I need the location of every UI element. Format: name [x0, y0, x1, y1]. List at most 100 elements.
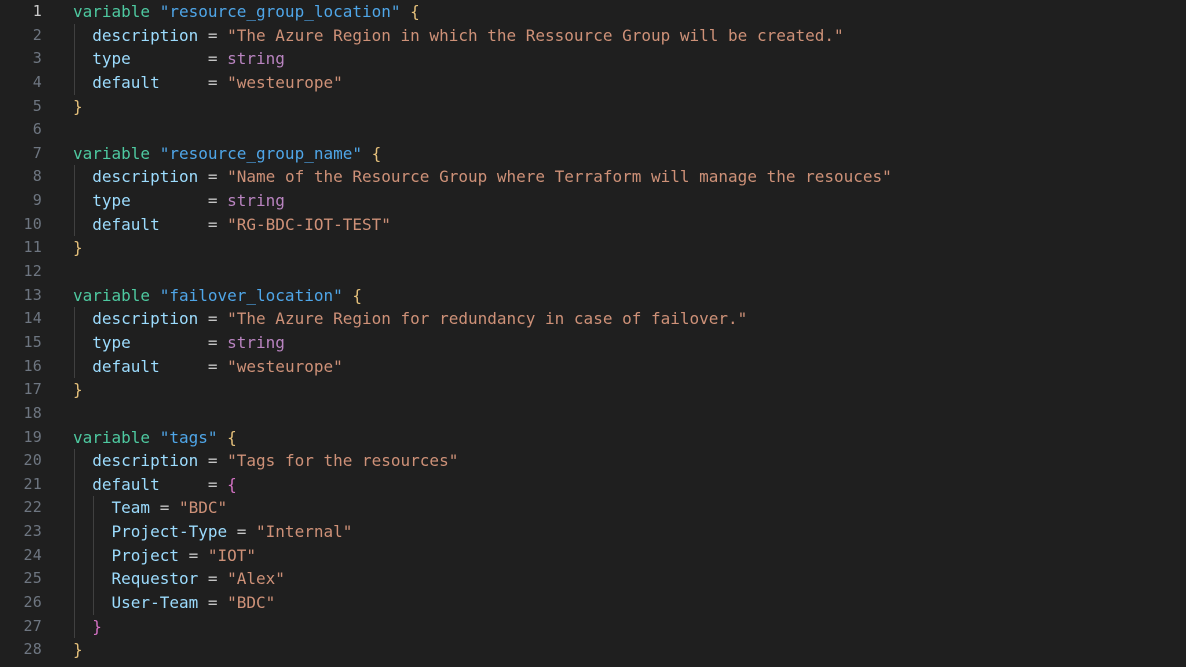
code-token: {: [371, 143, 382, 163]
code-line-text: description = "The Azure Region in which…: [73, 24, 843, 48]
code-token: Project: [111, 545, 179, 565]
line-number: 4: [32, 72, 42, 91]
code-line[interactable]: 22 Team = "BDC": [0, 496, 1186, 521]
code-token: =: [130, 191, 228, 211]
code-line[interactable]: 27 }: [0, 614, 1186, 639]
code-line[interactable]: 18: [0, 402, 1186, 426]
code-token: string: [227, 191, 285, 211]
code-line[interactable]: 9 type = string: [0, 189, 1186, 213]
code-token: variable: [73, 2, 160, 21]
code-line[interactable]: 15 type = string: [0, 330, 1186, 355]
code-line[interactable]: 24 Project = "IOT": [0, 543, 1186, 568]
code-token: variable: [73, 427, 160, 447]
line-number: 23: [23, 522, 42, 541]
code-line-text: variable "tags" {: [73, 426, 237, 450]
code-line-text: User-Team = "BDC": [73, 591, 276, 615]
code-line[interactable]: 19 variable "tags" {: [0, 426, 1186, 450]
code-token: type: [92, 332, 131, 352]
line-number: 6: [32, 120, 42, 139]
code-token: {: [352, 285, 363, 305]
code-line[interactable]: 20 description = "Tags for the resources…: [0, 449, 1186, 473]
code-token: Requestor: [111, 569, 199, 589]
code-token: "Alex": [227, 569, 285, 589]
code-token: =: [227, 522, 257, 542]
line-number: 11: [23, 238, 42, 257]
code-line-text: variable "resource_group_location" {: [73, 0, 420, 24]
code-line-text: }: [73, 236, 83, 260]
code-line-text: default = {: [73, 473, 237, 497]
code-line[interactable]: 21 default = {: [0, 472, 1186, 497]
code-line[interactable]: 6: [0, 118, 1186, 142]
code-token: =: [159, 474, 228, 494]
line-number: 1: [32, 2, 42, 20]
code-token: =: [159, 214, 228, 234]
code-editor[interactable]: 1 variable "resource_group_location" {2 d…: [0, 0, 1186, 667]
code-token: =: [198, 569, 228, 589]
code-token: "westeurope": [227, 72, 343, 92]
line-number: 12: [23, 262, 42, 281]
code-token: Project-Type: [111, 522, 228, 542]
code-token: "IOT": [207, 545, 257, 565]
code-line[interactable]: 8 description = "Name of the Resource Gr…: [0, 165, 1186, 190]
line-number: 22: [23, 498, 42, 517]
code-token: User-Team: [111, 593, 199, 613]
code-token: description: [92, 25, 199, 45]
code-line[interactable]: 17}: [0, 378, 1186, 402]
code-token: "BDC": [178, 498, 228, 518]
code-line[interactable]: 12: [0, 260, 1186, 284]
code-line-text: type = string: [73, 331, 285, 355]
code-token: }: [73, 238, 83, 258]
code-token: Team: [111, 498, 151, 518]
code-token: string: [227, 332, 285, 352]
code-line[interactable]: 10 default = "RG-BDC-IOT-TEST": [0, 212, 1186, 237]
code-token: =: [198, 451, 228, 471]
line-number: 24: [23, 545, 42, 564]
code-rows-container[interactable]: 1 variable "resource_group_location" {2 d…: [0, 0, 1186, 667]
code-line[interactable]: 3 type = string: [0, 47, 1186, 71]
code-line[interactable]: 11}: [0, 236, 1186, 260]
code-token: =: [130, 332, 228, 352]
code-line-text: }: [73, 638, 83, 662]
code-token: =: [198, 309, 228, 329]
line-number: 28: [23, 640, 42, 659]
code-line-text: type = string: [73, 189, 285, 213]
code-line[interactable]: 16 default = "westeurope": [0, 354, 1186, 379]
code-line[interactable]: 2 description = "The Azure Region in whi…: [0, 23, 1186, 48]
code-line[interactable]: 14 description = "The Azure Region for r…: [0, 307, 1186, 331]
code-token: variable: [73, 285, 160, 305]
code-token: default: [92, 356, 160, 376]
code-line[interactable]: 28}: [0, 638, 1186, 662]
code-token: =: [198, 593, 228, 613]
code-line-text: }: [73, 615, 102, 639]
line-number: 13: [23, 285, 42, 304]
code-line[interactable]: 4 default = "westeurope": [0, 70, 1186, 95]
code-token: default: [92, 72, 160, 92]
code-token: {: [227, 474, 237, 494]
code-line[interactable]: 7 variable "resource_group_name" {: [0, 142, 1186, 166]
code-line[interactable]: 13 variable "failover_location" {: [0, 284, 1186, 308]
line-number: 17: [23, 380, 42, 399]
code-line-text: variable "resource_group_name" {: [73, 142, 381, 166]
code-line[interactable]: 5}: [0, 95, 1186, 119]
code-line[interactable]: 25 Requestor = "Alex": [0, 567, 1186, 592]
code-token: =: [198, 167, 228, 187]
code-token: }: [73, 640, 83, 660]
code-token: variable: [73, 143, 160, 163]
code-line[interactable]: 23 Project-Type = "Internal": [0, 520, 1186, 544]
code-token: "Name of the Resource Group where Terraf…: [227, 167, 892, 187]
line-number: 21: [23, 474, 42, 493]
code-line-text: type = string: [73, 47, 285, 71]
code-line-text: default = "westeurope": [73, 355, 342, 379]
code-token: default: [92, 474, 160, 494]
code-line[interactable]: 1 variable "resource_group_location" {: [0, 0, 1186, 24]
code-line[interactable]: 26 User-Team = "BDC": [0, 591, 1186, 615]
